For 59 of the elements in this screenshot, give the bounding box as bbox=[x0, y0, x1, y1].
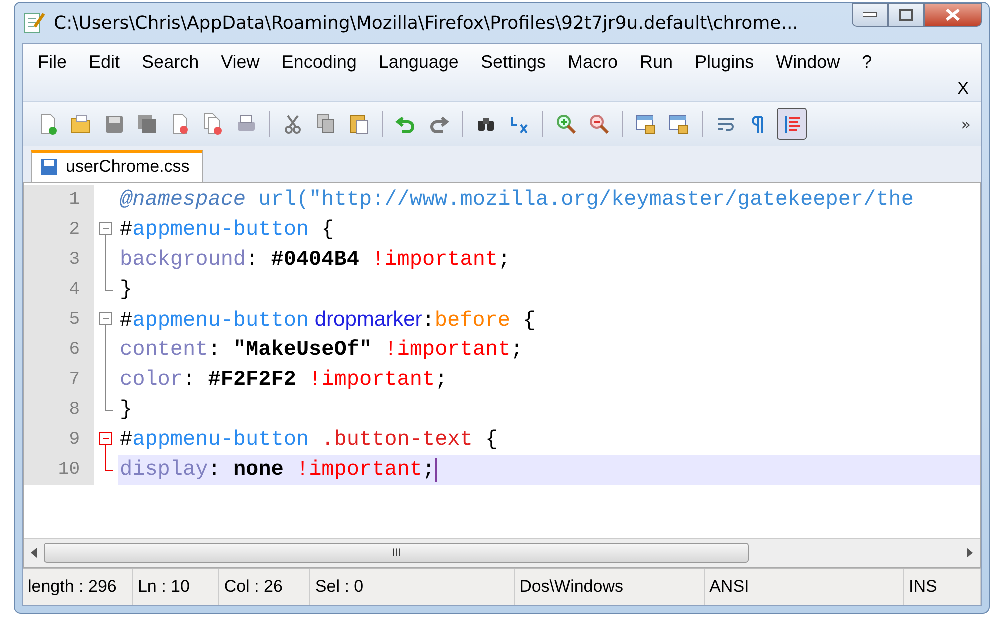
line-number: 2 bbox=[24, 215, 94, 245]
code-line: display: none !important; bbox=[120, 458, 436, 482]
maximize-button[interactable] bbox=[888, 3, 924, 27]
fold-box-icon[interactable] bbox=[100, 222, 112, 245]
text-caret bbox=[435, 458, 438, 482]
line-number: 1 bbox=[24, 185, 94, 215]
scroll-right-icon[interactable] bbox=[966, 548, 974, 558]
close-document-button[interactable]: X bbox=[952, 77, 975, 101]
menu-item[interactable]: View bbox=[212, 48, 269, 77]
indent-guide-icon[interactable] bbox=[777, 108, 807, 140]
file-tab[interactable]: userChrome.css bbox=[31, 150, 203, 182]
status-field: Sel : 0 bbox=[310, 569, 515, 605]
toolbar-overflow-button[interactable]: » bbox=[961, 114, 971, 134]
menu-item[interactable]: Settings bbox=[472, 48, 555, 77]
menu-item[interactable]: Search bbox=[133, 48, 208, 77]
code-line: #appmenu-button { bbox=[120, 218, 334, 242]
menu-item[interactable]: Plugins bbox=[686, 48, 764, 77]
code-line: #appmenu-button .button-text { bbox=[120, 428, 498, 452]
status-field: Ln : 10 bbox=[132, 569, 220, 605]
close-button[interactable] bbox=[924, 3, 982, 27]
menu-item[interactable]: Macro bbox=[559, 48, 628, 77]
line-number: 6 bbox=[24, 335, 94, 365]
line-number: 5 bbox=[24, 305, 94, 335]
line-number: 4 bbox=[24, 275, 94, 305]
status-field: Dos\Windows bbox=[514, 569, 705, 605]
minimize-icon bbox=[863, 12, 877, 18]
status-field: ANSI bbox=[704, 569, 904, 605]
code-line: color: #F2F2F2 !important; bbox=[120, 368, 448, 392]
line-number: 9 bbox=[24, 425, 94, 455]
menu-item[interactable]: Edit bbox=[80, 48, 130, 77]
scrollbar-thumb[interactable]: III bbox=[44, 543, 749, 563]
code-line: #appmenu-button dropmarker:before { bbox=[120, 308, 536, 332]
window-title: C:\Users\Chris\AppData\Roaming\Mozilla\Firefox\Profiles\92t7jr9u.default\chrome... bbox=[54, 12, 800, 34]
code-line: content: "MakeUseOf" !important; bbox=[120, 338, 524, 362]
status-field: INS bbox=[904, 569, 981, 605]
code-line: } bbox=[120, 278, 133, 302]
line-number: 8 bbox=[24, 395, 94, 425]
close-icon bbox=[945, 8, 961, 22]
code-line: background: #0404B4 !important; bbox=[120, 248, 511, 272]
code-line: @namespace url("http://www.mozilla.org/keymaster/gatekeeper/the bbox=[120, 188, 914, 212]
line-number: 3 bbox=[24, 245, 94, 275]
menu-item[interactable]: File bbox=[29, 48, 76, 77]
line-number: 10 bbox=[24, 455, 94, 485]
menu-item[interactable]: Window bbox=[767, 48, 850, 77]
notepad-icon bbox=[22, 11, 46, 35]
status-field: Col : 26 bbox=[219, 569, 310, 605]
menu-item[interactable]: Language bbox=[370, 48, 468, 77]
scroll-left-icon[interactable] bbox=[30, 548, 38, 558]
code-line: } bbox=[120, 398, 133, 422]
fold-box-icon[interactable] bbox=[100, 432, 112, 455]
line-number: 7 bbox=[24, 365, 94, 395]
fold-line bbox=[106, 455, 114, 472]
menu-item[interactable]: ? bbox=[853, 48, 882, 77]
menu-item[interactable]: Run bbox=[631, 48, 682, 77]
status-field: length : 296 bbox=[23, 569, 133, 605]
fold-box-icon[interactable] bbox=[100, 312, 112, 335]
maximize-icon bbox=[899, 9, 913, 21]
menu-item[interactable]: Encoding bbox=[272, 48, 366, 77]
minimize-button[interactable] bbox=[852, 3, 888, 27]
